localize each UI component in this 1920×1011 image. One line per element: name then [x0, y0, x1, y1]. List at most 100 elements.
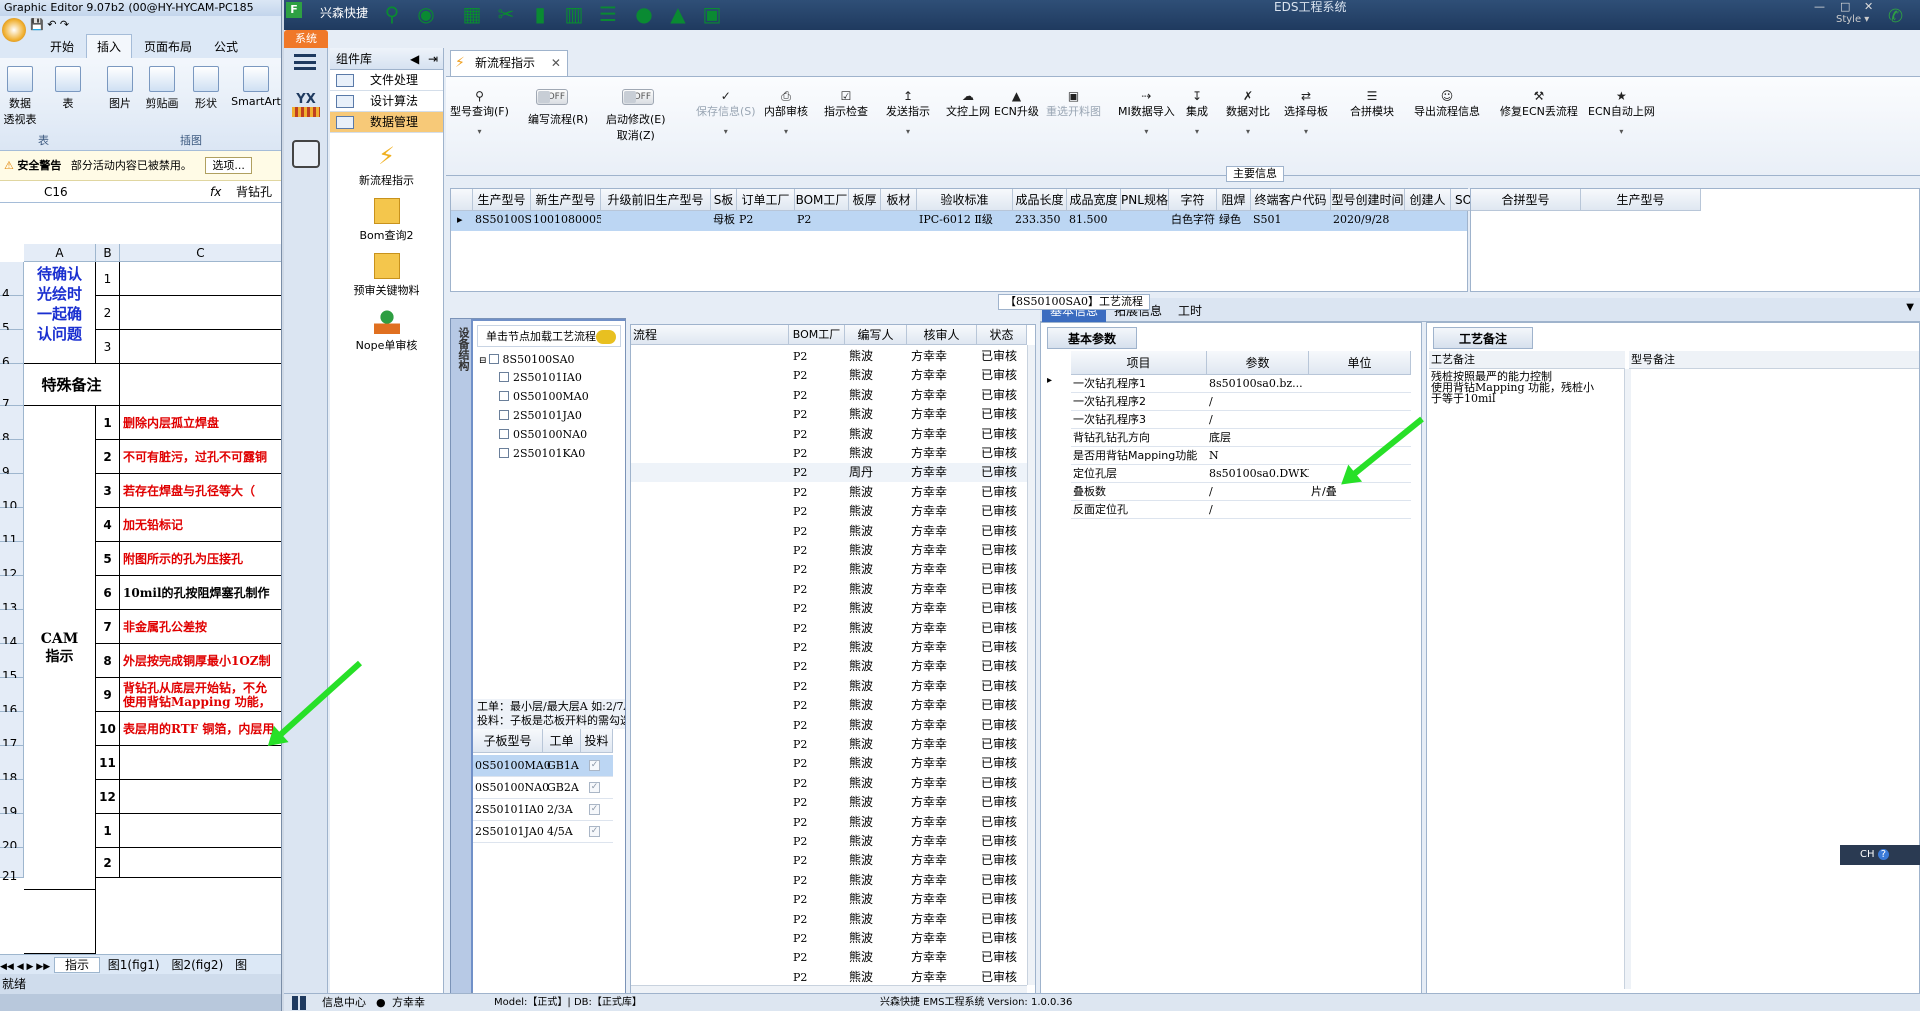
cell-c[interactable]: 表层用的RTF 铜箔，内层用 [120, 712, 281, 746]
cell-b[interactable]: 7 [96, 610, 120, 644]
cell-b[interactable]: 5 [96, 542, 120, 576]
sub-header-order[interactable]: 工单 [543, 729, 581, 753]
process-group-row[interactable]: −外层蚀刻P2熊波方幸幸已审核 [631, 716, 1027, 735]
style-menu[interactable]: Style ▾ [1836, 14, 1869, 25]
sheet-tab-fig2[interactable]: 图2(fig2) [167, 958, 227, 972]
redo-icon[interactable]: ↷ [60, 18, 69, 31]
system-tab[interactable]: 系统 [284, 30, 328, 48]
process-step-row[interactable]: 去毛刺1P2熊波方幸幸已审核 [631, 560, 1027, 579]
tree-root-node[interactable]: ⊟ 8S50100SA0 [479, 353, 575, 366]
picture-button[interactable]: 图片 [100, 66, 140, 111]
bom-query-button[interactable]: Bom查询2 [330, 198, 443, 243]
process-step-row[interactable]: 碱性蚀刻P2熊波方幸幸已审核 [631, 754, 1027, 773]
row-header[interactable]: 4 [0, 262, 24, 301]
main-info-cell[interactable]: 白色字符 [1171, 211, 1217, 229]
cell-c[interactable]: 若存在焊盘与孔径等大（ [120, 474, 281, 508]
info-center[interactable]: 信息中心 [322, 994, 366, 1011]
cell-b[interactable]: 10 [96, 712, 120, 746]
phone-icon[interactable]: ✆ [1888, 6, 1903, 27]
process-tree-grid[interactable]: 流程 BOM工厂 编写人 核审人 状态 沉铜P2熊波方幸幸已审核−电镀P2熊波方… [630, 324, 1036, 997]
process-group-row[interactable]: −阻焊1P2熊波方幸幸已审核 [631, 832, 1027, 851]
process-step-row[interactable]: 图形电镀P2熊波方幸幸已审核 [631, 696, 1027, 715]
cell-c[interactable] [120, 814, 281, 848]
process-header-reviewer[interactable]: 核审人 [907, 325, 977, 345]
main-info-cell[interactable]: 10010800054218 [533, 211, 601, 229]
select-motherboard-button[interactable]: ⇄ 选择母板 ▾ [1284, 89, 1328, 136]
undo-icon[interactable]: ↶ [47, 18, 56, 31]
pin-icon[interactable]: ⇥ [428, 48, 438, 70]
process-step-row[interactable]: 阻焊塞孔P2熊波方幸幸已审核 [631, 968, 1027, 987]
row-header[interactable]: 12 [0, 542, 24, 581]
sheet-tab-fig1[interactable]: 图1(fig1) [104, 958, 164, 972]
main-info-header[interactable]: 新生产型号 [531, 189, 601, 211]
merge-grid[interactable]: 合拼型号 生产型号 [1470, 188, 1920, 292]
sheet-tab-more[interactable]: 图 [231, 958, 251, 972]
ecn-auto-online-button[interactable]: ★ ECN自动上网 ▾ [1588, 89, 1655, 136]
cell-c[interactable]: 不可有脏污，过孔不可露铜 [120, 440, 281, 474]
main-info-header[interactable]: 字符 [1169, 189, 1217, 211]
structure-side-tab[interactable]: 设备结构 [451, 319, 471, 994]
name-box[interactable]: C16 [44, 181, 68, 203]
main-info-header[interactable]: 验收标准 [917, 189, 1013, 211]
cell-b[interactable]: 3 [96, 330, 120, 364]
process-step-row[interactable]: 烘板1P2熊波方幸幸已审核 [631, 871, 1027, 890]
cell-c[interactable]: 外层按完成铜厚最小1OZ制作 [120, 644, 281, 678]
row-header[interactable]: 18 [0, 746, 24, 785]
model-search-button[interactable]: ⚲ 型号查询(F) ▾ [450, 89, 509, 136]
sheet-nav-icon[interactable]: ◀◀ ◀ ▶ ▶▶ [0, 962, 50, 972]
pivot-table-button[interactable]: 数据 透视表 [0, 66, 40, 127]
cell-c[interactable] [120, 848, 281, 878]
cell-c[interactable] [120, 262, 281, 296]
basic-header-unit[interactable]: 单位 [1309, 351, 1411, 375]
col-header-b[interactable]: B [96, 244, 120, 262]
sub-board-grid[interactable]: 子板型号 工单 投料 0S50100MA0 GB1A ✓ 0S50100NA0 GB2A… [473, 729, 625, 993]
feed-checkbox[interactable]: ✓ [589, 760, 600, 771]
tree-child-node[interactable]: 2S50101IA0 [499, 371, 582, 384]
start-edit-toggle[interactable]: OFF [622, 89, 654, 105]
checkbox[interactable] [499, 429, 509, 439]
tree-child-node[interactable]: 0S50100MA0 [499, 390, 589, 403]
cell-b[interactable]: 6 [96, 576, 120, 610]
instruction-check-button[interactable]: ☑ 指示检查 [824, 89, 868, 119]
cell-b[interactable]: 9 [96, 678, 120, 712]
cell-a20[interactable] [24, 890, 96, 954]
process-step-row[interactable]: 阻焊前处理P2熊波方幸幸已审核 [631, 948, 1027, 967]
cell-b[interactable]: 1 [96, 262, 120, 296]
process-step-row[interactable]: 碱性蚀刻1P2熊波方幸幸已审核 [631, 502, 1027, 521]
tab-insert[interactable]: 插入 [86, 34, 133, 58]
checkbox[interactable] [499, 372, 509, 382]
cell-c[interactable]: 背钻孔从底层开始钻，不允 使用背钻Mapping 功能， [120, 678, 281, 712]
process-header-writer[interactable]: 编写人 [845, 325, 907, 345]
film-icon[interactable]: ▮ [528, 3, 552, 25]
cell-b[interactable]: 3 [96, 474, 120, 508]
table-button[interactable]: 表 [48, 66, 88, 111]
office-button[interactable] [2, 18, 26, 42]
main-info-cell[interactable]: IPC-6012 Ⅱ级 [919, 211, 1013, 229]
checkbox[interactable] [499, 410, 509, 420]
formula-input[interactable]: 背钻孔 [236, 181, 272, 203]
tree-child-node[interactable]: 0S50100NA0 [499, 428, 587, 441]
process-step-row[interactable]: 曝光P2熊波方幸幸已审核 [631, 638, 1027, 657]
cell-b[interactable]: 4 [96, 508, 120, 542]
process-step-row[interactable]: 板镀P2熊波方幸幸已审核 [631, 386, 1027, 405]
sheet-tab-instruction[interactable]: 指示 [53, 957, 100, 973]
main-info-header[interactable]: 板材 [881, 189, 917, 211]
cell-c[interactable] [120, 364, 281, 406]
process-step-row[interactable]: 阻焊塞孔1P2熊波方幸幸已审核 [631, 890, 1027, 909]
feed-checkbox[interactable]: ✓ [589, 782, 600, 793]
sub-board-row[interactable]: 0S50100NA0 GB2A ✓ [473, 777, 613, 799]
process-step-row[interactable]: 贴膜P2熊波方幸幸已审核 [631, 619, 1027, 638]
process-group-row[interactable]: −图形电镀P2熊波方幸幸已审核 [631, 677, 1027, 696]
process-group-row[interactable]: −AOI1P2熊波方幸幸已审核 [631, 793, 1027, 812]
cell-a8-cam[interactable]: CAM 指示 [24, 406, 96, 890]
main-info-cell[interactable]: 绿色 [1219, 211, 1251, 229]
process-group-row[interactable]: −外层蚀刻1P2熊波方幸幸已审核 [631, 483, 1027, 502]
basic-param-row[interactable]: 背钻孔钻孔方向 底层 [1071, 429, 1411, 447]
integrate-button[interactable]: ↧ 集成 ▾ [1186, 89, 1208, 136]
monitor-icon[interactable]: ▣ [700, 3, 724, 25]
module-item-file[interactable]: 文件处理 [330, 70, 443, 91]
basic-params-tab[interactable]: 基本参数 [1047, 327, 1137, 349]
help-icon[interactable]: ? [1877, 849, 1890, 860]
basic-header-item[interactable]: 项目 [1071, 351, 1207, 375]
feed-checkbox[interactable]: ✓ [589, 826, 600, 837]
